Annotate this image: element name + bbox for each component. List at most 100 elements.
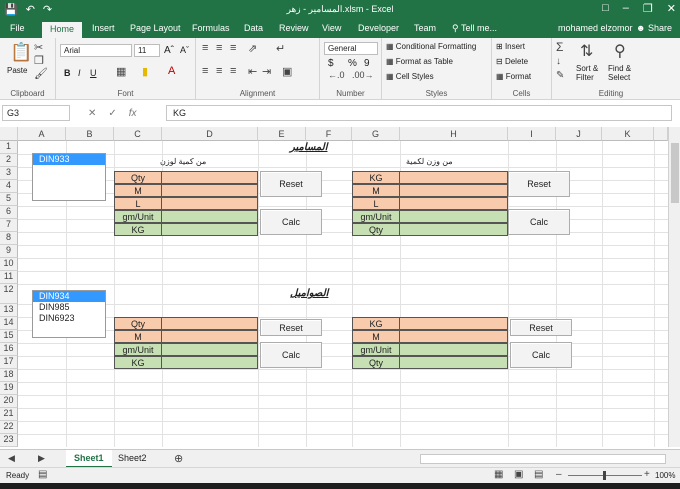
nut-standard-listbox[interactable]: DIN934 DIN985 DIN6923 xyxy=(32,290,106,338)
worksheet-grid[interactable]: A B C D E F G H I J K 1 2 3 4 5 6 7 8 9 … xyxy=(0,127,680,447)
find-select-icon[interactable]: ⚲ xyxy=(614,41,626,61)
minimize-icon[interactable]: – xyxy=(623,2,629,15)
input-l[interactable] xyxy=(161,197,258,210)
row-header-12[interactable]: 12 xyxy=(0,284,18,304)
bold-button[interactable]: B xyxy=(64,68,71,78)
reset-button[interactable]: Reset xyxy=(510,319,572,336)
tab-review[interactable]: Review xyxy=(279,23,309,33)
percent-button[interactable]: % xyxy=(348,58,357,69)
wrap-text-icon[interactable]: ↵ xyxy=(276,42,285,55)
row-header-3[interactable]: 3 xyxy=(0,167,18,180)
reset-button[interactable]: Reset xyxy=(508,171,570,197)
increase-indent-icon[interactable]: ⇥ xyxy=(262,65,271,78)
close-icon[interactable]: ✕ xyxy=(667,2,676,15)
input-m[interactable] xyxy=(161,330,258,343)
row-header-17[interactable]: 17 xyxy=(0,356,18,369)
column-header-i[interactable]: I xyxy=(508,127,556,141)
output-gm-unit[interactable] xyxy=(161,343,258,356)
output-qty[interactable] xyxy=(399,223,508,236)
output-kg[interactable] xyxy=(161,356,258,369)
sheet-tab-sheet2[interactable]: Sheet2 xyxy=(110,450,155,468)
align-center-icon[interactable]: ≡ xyxy=(216,65,222,77)
row-header-7[interactable]: 7 xyxy=(0,219,18,232)
row-header-14[interactable]: 14 xyxy=(0,317,18,330)
align-right-icon[interactable]: ≡ xyxy=(230,65,236,77)
enter-icon[interactable]: ✓ xyxy=(108,108,116,119)
tab-tell-me[interactable]: ⚲ Tell me... xyxy=(452,23,497,34)
row-header-19[interactable]: 19 xyxy=(0,382,18,395)
format-as-table-button[interactable]: ▦ Format as Table xyxy=(386,57,453,66)
row-header-16[interactable]: 16 xyxy=(0,343,18,356)
input-qty[interactable] xyxy=(161,317,258,330)
input-l[interactable] xyxy=(399,197,508,210)
row-header-6[interactable]: 6 xyxy=(0,206,18,219)
output-gm-unit[interactable] xyxy=(399,343,508,356)
align-middle-icon[interactable]: ≡ xyxy=(216,42,222,54)
insert-cells-button[interactable]: ⊞ Insert xyxy=(496,42,525,51)
output-qty[interactable] xyxy=(399,356,508,369)
output-kg[interactable] xyxy=(161,223,258,236)
bolt-standard-listbox[interactable]: DIN933 xyxy=(32,153,106,201)
tab-formulas[interactable]: Formulas xyxy=(192,23,230,33)
align-left-icon[interactable]: ≡ xyxy=(202,65,208,77)
copy-icon[interactable]: ❐ xyxy=(34,54,44,67)
scroll-right-icon[interactable]: ▶ xyxy=(38,453,45,464)
shrink-font-icon[interactable]: Aˇ xyxy=(180,45,189,55)
tab-file[interactable]: File xyxy=(10,23,25,33)
tab-view[interactable]: View xyxy=(322,23,341,33)
reset-button[interactable]: Reset xyxy=(260,319,322,336)
output-gm-unit[interactable] xyxy=(399,210,508,223)
find-select-button[interactable]: Find & Select xyxy=(608,64,642,82)
grow-font-icon[interactable]: Aˆ xyxy=(164,45,174,56)
calc-button[interactable]: Calc xyxy=(260,209,322,235)
input-kg[interactable] xyxy=(399,317,508,330)
font-name-select[interactable]: Arial xyxy=(60,44,132,57)
clear-icon[interactable]: ✎ xyxy=(556,70,564,81)
column-header-h[interactable]: H xyxy=(400,127,508,141)
number-format-select[interactable]: General xyxy=(324,42,378,55)
row-header-10[interactable]: 10 xyxy=(0,258,18,271)
decrease-decimal-icon[interactable]: .00→ xyxy=(352,70,374,80)
cell-styles-button[interactable]: ▦ Cell Styles xyxy=(386,72,434,81)
output-gm-unit[interactable] xyxy=(161,210,258,223)
row-header-4[interactable]: 4 xyxy=(0,180,18,193)
column-header-e[interactable]: E xyxy=(258,127,306,141)
formula-input[interactable]: KG xyxy=(166,105,672,121)
currency-button[interactable]: $ xyxy=(328,58,334,69)
input-m[interactable] xyxy=(161,184,258,197)
input-m[interactable] xyxy=(399,184,508,197)
column-header-c[interactable]: C xyxy=(114,127,162,141)
normal-view-icon[interactable]: ▦ xyxy=(494,469,503,480)
row-header-23[interactable]: 23 xyxy=(0,434,18,447)
calc-button[interactable]: Calc xyxy=(260,342,322,368)
tab-home[interactable]: Home xyxy=(42,22,83,38)
paste-icon[interactable]: 📋 xyxy=(10,42,32,63)
format-painter-icon[interactable]: 🖌 xyxy=(34,67,48,80)
tab-page-layout[interactable]: Page Layout xyxy=(130,23,181,33)
zoom-in-icon[interactable]: + xyxy=(644,469,650,480)
list-item[interactable]: DIN934 xyxy=(33,291,105,302)
merge-center-icon[interactable]: ▣ xyxy=(282,65,292,78)
select-all-corner[interactable] xyxy=(0,127,18,141)
font-color-icon[interactable]: A xyxy=(168,65,175,77)
horizontal-scrollbar[interactable] xyxy=(420,454,666,464)
row-header-1[interactable]: 1 xyxy=(0,141,18,154)
vertical-scrollbar[interactable] xyxy=(668,127,680,447)
increase-decimal-icon[interactable]: ←.0 xyxy=(328,70,345,80)
column-header-j[interactable]: J xyxy=(556,127,602,141)
list-item[interactable]: DIN985 xyxy=(33,302,105,313)
share-button[interactable]: ☻ Share xyxy=(636,23,672,33)
maximize-icon[interactable]: ❐ xyxy=(643,2,653,15)
column-header-d[interactable]: D xyxy=(162,127,258,141)
page-layout-view-icon[interactable]: ▣ xyxy=(514,469,523,480)
row-header-9[interactable]: 9 xyxy=(0,245,18,258)
align-top-icon[interactable]: ≡ xyxy=(202,42,208,54)
calc-button[interactable]: Calc xyxy=(510,342,572,368)
column-header-k[interactable]: K xyxy=(602,127,654,141)
conditional-formatting-button[interactable]: ▦ Conditional Formatting xyxy=(386,42,476,51)
delete-cells-button[interactable]: ⊟ Delete xyxy=(496,57,528,66)
column-header-b[interactable]: B xyxy=(66,127,114,141)
tab-developer[interactable]: Developer xyxy=(358,23,399,33)
tab-insert[interactable]: Insert xyxy=(92,23,115,33)
row-header-13[interactable]: 13 xyxy=(0,304,18,317)
